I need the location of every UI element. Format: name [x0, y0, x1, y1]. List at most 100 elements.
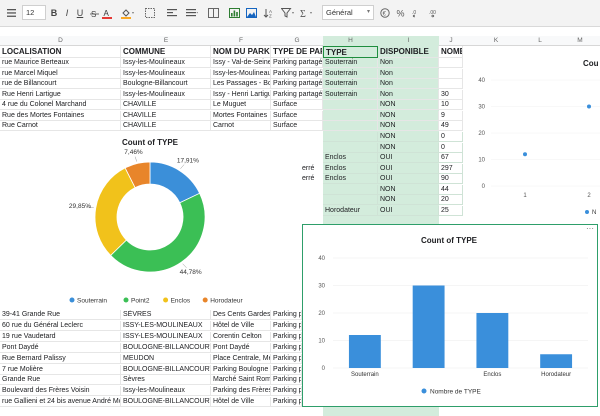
cell-bottom-r8-c2[interactable]: Hôtel de Ville: [211, 397, 271, 408]
cell-bottom-r1-c2[interactable]: Hôtel de Ville: [211, 320, 271, 331]
cell-mid-g-r4[interactable]: erré: [300, 174, 323, 184]
cell-r2-c3[interactable]: Parking partagé: [271, 79, 323, 89]
cell-r4-c6[interactable]: 10: [439, 100, 463, 110]
fill-color-icon[interactable]: [120, 5, 136, 21]
cell-r3-c6[interactable]: 30: [439, 89, 463, 100]
cell-bottom-g-r8[interactable]: Parking p: [271, 397, 302, 408]
cell-r5-c1[interactable]: CHAVILLE: [121, 110, 211, 121]
cell-bottom-r4-c0[interactable]: Rue Bernard Palissy: [0, 353, 121, 364]
cell-bottom-r0-c1[interactable]: SÈVRES: [121, 310, 211, 320]
align-center-icon[interactable]: [185, 5, 199, 21]
cell-r2-c4[interactable]: Souterrain: [323, 79, 378, 89]
cell-bottom-r5-c0[interactable]: 7 rue Molière: [0, 364, 121, 375]
column-header-h[interactable]: H: [323, 36, 378, 46]
cell-mid-r5-c2[interactable]: 44: [439, 184, 463, 195]
more-options-icon[interactable]: ···: [586, 224, 594, 233]
cell-mid-g-r0[interactable]: [300, 132, 323, 142]
cell-bottom-r5-c2[interactable]: Parking Boulogne -: [211, 364, 271, 375]
cell-mid-r4-c1[interactable]: OUI: [378, 174, 439, 184]
decrease-decimal-icon[interactable]: .0: [411, 5, 425, 21]
column-header-d[interactable]: D: [0, 36, 121, 46]
cell-mid-r1-c1[interactable]: NON: [378, 142, 439, 153]
cell-bottom-r2-c1[interactable]: ISSY-LES-MOULINEAUX: [121, 331, 211, 342]
strikethrough-icon[interactable]: S: [88, 5, 100, 21]
cell-mid-r7-c2[interactable]: 25: [439, 205, 463, 216]
cell-bottom-g-r6[interactable]: Parking p: [271, 375, 302, 386]
column-header-i[interactable]: I: [378, 36, 439, 46]
cell-r6-c5[interactable]: NON: [378, 121, 439, 131]
sigma-functions-icon[interactable]: Σ: [299, 5, 315, 21]
cell-bottom-r6-c1[interactable]: Sèvres: [121, 375, 211, 386]
sort-icon[interactable]: AZ: [261, 5, 275, 21]
percent-icon[interactable]: %: [394, 5, 408, 21]
cell-mid-r5-c1[interactable]: NON: [378, 184, 439, 195]
cell-r0-c3[interactable]: Parking partagé: [271, 58, 323, 68]
cell-mid-g-r5[interactable]: [300, 185, 323, 195]
header-nombre[interactable]: NOME: [439, 46, 463, 58]
column-header-j[interactable]: J: [439, 36, 463, 46]
right-chart-partial[interactable]: Cou 0 10 20 30 40 1 2 N: [465, 58, 600, 223]
cell-r1-c4[interactable]: Souterrain: [323, 68, 378, 79]
cell-mid-g-r6[interactable]: [300, 195, 323, 205]
cell-r0-c0[interactable]: rue Maurice Berteaux: [0, 58, 121, 68]
bold-button[interactable]: B: [48, 5, 60, 21]
cell-r2-c1[interactable]: Boulogne-Billancourt: [121, 79, 211, 89]
cell-bottom-r4-c1[interactable]: MEUDON: [121, 353, 211, 364]
column-header-l[interactable]: L: [520, 36, 560, 46]
cell-r5-c2[interactable]: Mortes Fontaines: [211, 110, 271, 121]
cell-r2-c6[interactable]: [439, 79, 463, 89]
cell-r4-c1[interactable]: CHAVILLE: [121, 100, 211, 110]
cell-mid-r1-c2[interactable]: 0: [439, 142, 463, 153]
cell-r3-c4[interactable]: Souterrain: [323, 89, 378, 100]
cell-bottom-r0-c2[interactable]: Des Cents Gardes: [211, 310, 271, 320]
align-left-icon[interactable]: [165, 5, 179, 21]
cell-r4-c2[interactable]: Le Muguet: [211, 100, 271, 110]
header-commune[interactable]: COMMUNE: [121, 46, 211, 58]
cell-mid-r3-c2[interactable]: 297: [439, 163, 463, 174]
underline-button[interactable]: U: [74, 5, 86, 21]
cell-r2-c2[interactable]: Les Passages - Bou: [211, 79, 271, 89]
cell-mid-r2-c1[interactable]: OUI: [378, 153, 439, 163]
italic-button[interactable]: I: [61, 5, 73, 21]
cell-r3-c3[interactable]: Parking partagé: [271, 89, 323, 100]
cell-r6-c3[interactable]: Surface: [271, 121, 323, 131]
cell-r6-c4[interactable]: [323, 121, 378, 131]
cell-bottom-r2-c0[interactable]: 19 rue Vaudetard: [0, 331, 121, 342]
cell-bottom-g-r0[interactable]: Parking p: [271, 310, 302, 320]
cell-bottom-r7-c2[interactable]: Parking des Frères Voisin: [211, 386, 271, 397]
cell-mid-r0-c2[interactable]: 0: [439, 132, 463, 142]
cell-mid-r6-c2[interactable]: 20: [439, 195, 463, 205]
currency-icon[interactable]: €: [378, 5, 392, 21]
cell-mid-r0-c0[interactable]: [323, 132, 378, 142]
merge-cells-icon[interactable]: [206, 5, 220, 21]
header-nom-parking[interactable]: NOM DU PARKI: [211, 46, 271, 58]
cell-r6-c6[interactable]: 49: [439, 121, 463, 131]
cell-bottom-g-r4[interactable]: Parking p: [271, 353, 302, 364]
cell-mid-r0-c1[interactable]: NON: [378, 132, 439, 142]
cell-r4-c0[interactable]: 4 rue du Colonel Marchand: [0, 100, 121, 110]
cell-bottom-r8-c1[interactable]: BOULOGNE-BILLANCOURT: [121, 397, 211, 408]
column-header-m[interactable]: M: [560, 36, 600, 46]
cell-r1-c2[interactable]: Issy-les-Moulineaux: [211, 68, 271, 79]
cell-mid-r2-c2[interactable]: 67: [439, 153, 463, 163]
header-localisation[interactable]: LOCALISATION: [0, 46, 121, 58]
cell-bottom-r5-c1[interactable]: BOULOGNE-BILLANCOURT: [121, 364, 211, 375]
cell-r0-c6[interactable]: [439, 58, 463, 68]
cell-r0-c2[interactable]: Issy - Val-de-Seine: [211, 58, 271, 68]
cell-r0-c4[interactable]: Souterrain: [323, 58, 378, 68]
insert-image-icon[interactable]: [244, 5, 258, 21]
cell-r5-c3[interactable]: Surface: [271, 110, 323, 121]
cell-bottom-g-r5[interactable]: Parking p: [271, 364, 302, 375]
cell-r2-c0[interactable]: rue de Billancourt: [0, 79, 121, 89]
cell-bottom-r6-c2[interactable]: Marché Saint Roma: [211, 375, 271, 386]
cell-bottom-g-r3[interactable]: Parking p: [271, 342, 302, 353]
cell-mid-r3-c0[interactable]: Enclos: [323, 163, 378, 174]
cell-bottom-r8-c0[interactable]: rue Gallieni et 24 bis avenue André Mor: [0, 397, 121, 408]
cell-r1-c0[interactable]: rue Marcel Miquel: [0, 68, 121, 79]
cell-r3-c5[interactable]: Non: [378, 89, 439, 100]
cell-bottom-g-r2[interactable]: Parking p: [271, 331, 302, 342]
cell-bottom-r2-c2[interactable]: Corentin Celton: [211, 331, 271, 342]
cell-mid-g-r2[interactable]: [300, 153, 323, 163]
cell-mid-g-r1[interactable]: [300, 143, 323, 153]
column-header-f[interactable]: F: [211, 36, 271, 46]
